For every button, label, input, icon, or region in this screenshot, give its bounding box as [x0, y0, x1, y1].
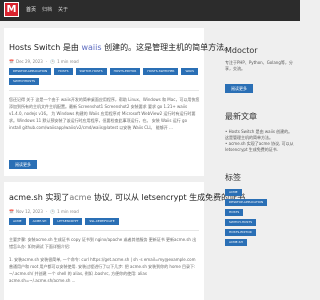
post-title[interactable]: acme.sh 实现了acme 协议, 可以从 letsencrypt 生成免费…	[9, 192, 248, 203]
sidebar-tags: ACME DESKTOP-APPLICATION HOSTS SWITCH-HO…	[225, 189, 268, 246]
post-meta: 📅 Nov 12, 2023 · 🕒 1 min read	[9, 208, 79, 214]
tag[interactable]: HOSTS-SWITCHER	[143, 68, 179, 75]
sidebar-read-more-button[interactable]: 阅读更多	[225, 84, 253, 93]
post-tags: ACME ACME-SH LETSENCRYPT SSL-CERTIFICATE	[9, 218, 199, 225]
tag[interactable]: ACME-SH	[225, 239, 247, 246]
post-tags: DESKTOP-APPLICATION HOSTS SWITCH-HOSTS H…	[9, 68, 199, 85]
post-date: Dec 29, 2023	[15, 58, 43, 64]
post-date: Nov 12, 2023	[15, 208, 43, 214]
tags-title: 标签	[225, 173, 241, 182]
post-excerpt: 主要步骤: 安装acme.sh 生成证书 copy 证书到 nginx/apac…	[9, 237, 197, 249]
read-more-button[interactable]: 阅读更多	[9, 160, 37, 169]
tag[interactable]: ACME-SH	[28, 218, 51, 225]
tag[interactable]: HOSTS-EDITOR	[109, 68, 141, 75]
recent-post-link[interactable]: Hosts Switch 是由 waiis 创建的。这是管理主机的简单方法。	[225, 129, 295, 141]
tag[interactable]: WAIIS	[181, 68, 198, 75]
recent-posts-title: 最新文章	[225, 112, 257, 121]
calendar-icon: 📅	[9, 208, 14, 214]
tag[interactable]: LETSENCRYPT	[53, 218, 83, 225]
tag[interactable]: HOSTS	[225, 209, 244, 216]
sidebar: Mdoctor 专注于PHP、Python、Golang等，分享，交流。 阅读更…	[218, 0, 296, 300]
clock-icon: 🕒	[50, 208, 56, 214]
post-card: Hosts Switch 是由 waiis 创建的。这是管理主机的简单方法。 📅…	[4, 28, 232, 176]
sidebar-intro: 专注于PHP、Python、Golang等，分享，交流。	[225, 60, 293, 71]
tag[interactable]: SSL-CERTIFICATE	[85, 218, 119, 225]
recent-posts-list: Hosts Switch 是由 waiis 创建的。这是管理主机的简单方法。 a…	[225, 129, 295, 153]
tag[interactable]: HOSTS-EDITOR	[225, 229, 256, 236]
tag[interactable]: DESKTOP-APPLICATION	[225, 199, 268, 206]
post-card: acme.sh 实现了acme 协议, 可以从 letsencrypt 生成免费…	[4, 182, 248, 300]
tag[interactable]: SWITCH-HOSTS	[225, 219, 257, 226]
post-excerpt: 您还记得 关于 这是一个由于 waiis开发的简单桌面应用程序，帮助 Linux…	[9, 97, 200, 130]
tag[interactable]: ACME	[9, 218, 26, 225]
post-title[interactable]: Hosts Switch 是由 waiis 创建的。这是管理主机的简单方法。	[9, 42, 232, 53]
post-excerpt-list: 1. 安装acme.sh 安装很简单, 一个命令: curl https://g…	[9, 257, 196, 283]
nav-about[interactable]: 关于	[58, 6, 68, 13]
site-logo[interactable]: M	[4, 2, 19, 17]
post-read-time: 1 min read	[57, 58, 79, 64]
calendar-icon: 📅	[9, 58, 14, 64]
tag[interactable]: ACME	[225, 189, 242, 196]
recent-post-link[interactable]: acme.sh 实现了acme 协议, 可以从 letsencrypt 生成免费…	[225, 141, 295, 153]
divider	[9, 230, 199, 231]
sidebar-brand: Mdoctor	[225, 46, 258, 55]
nav-home[interactable]: 首页	[26, 6, 36, 13]
clock-icon: 🕒	[50, 58, 56, 64]
divider	[9, 90, 199, 91]
post-meta: 📅 Dec 29, 2023 · 🕒 1 min read	[9, 58, 79, 64]
nav-archive[interactable]: 归档	[42, 6, 52, 13]
tag[interactable]: HOSTS	[54, 68, 73, 75]
tag[interactable]: SWITCHHOSTS	[9, 78, 40, 85]
post-read-time: 1 min read	[57, 208, 79, 214]
tag[interactable]: SWITCH-HOSTS	[75, 68, 107, 75]
tag[interactable]: DESKTOP-APPLICATION	[9, 68, 52, 75]
